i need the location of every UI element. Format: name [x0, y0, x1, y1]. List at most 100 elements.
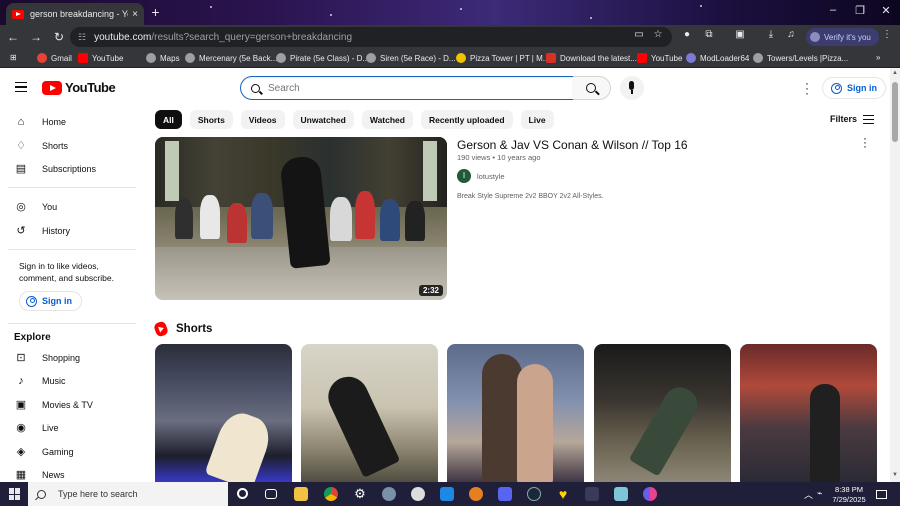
- chip-recently-uploaded[interactable]: Recently uploaded: [420, 110, 513, 129]
- voice-search-icon[interactable]: [620, 76, 644, 100]
- heart-app-icon[interactable]: ♥: [556, 487, 570, 501]
- close-window-button[interactable]: ✕: [876, 4, 896, 17]
- app-icon[interactable]: [411, 487, 425, 501]
- scrollbar-thumb[interactable]: [892, 82, 898, 142]
- bookmark-towers-levels[interactable]: Towers/Levels |Pizza...: [753, 53, 848, 63]
- app-icon[interactable]: [585, 487, 599, 501]
- settings-kebab-icon[interactable]: · · ·: [805, 77, 809, 99]
- chip-videos[interactable]: Videos: [240, 110, 285, 129]
- sidebar-item-music[interactable]: ♪ Music: [0, 370, 140, 392]
- forward-arrow-icon[interactable]: →: [26, 27, 46, 47]
- sidebar-item-movies-tv[interactable]: ▣ Movies & TV: [0, 394, 140, 416]
- bookmark-gmail[interactable]: Gmail: [37, 53, 72, 63]
- taskbar-search-box[interactable]: Type here to search: [28, 482, 228, 506]
- bookmark-pirate[interactable]: Pirate (5e Class) - D...: [276, 53, 369, 63]
- sidebar-item-you[interactable]: ◎ You: [0, 196, 140, 218]
- search-input[interactable]: [268, 82, 548, 94]
- bookmark-modloader64[interactable]: ModLoader64: [686, 53, 749, 63]
- menu-icon[interactable]: [15, 82, 27, 92]
- sidebar-item-live[interactable]: ◉ Live: [0, 417, 140, 439]
- reload-icon[interactable]: ↻: [49, 27, 69, 47]
- maximize-window-button[interactable]: ❐: [850, 4, 870, 17]
- chip-all[interactable]: All: [155, 110, 182, 129]
- extensions-puzzle-icon[interactable]: ⧉: [702, 29, 716, 40]
- side-panel-icon[interactable]: ▣: [733, 29, 747, 40]
- mail-icon[interactable]: [440, 487, 454, 501]
- app-icon[interactable]: [469, 487, 483, 501]
- video-title-link[interactable]: Gerson & Jav VS Conan & Wilson // Top 16: [457, 138, 688, 152]
- channel-name[interactable]: lotustyle: [477, 172, 505, 181]
- short-thumbnail[interactable]: [594, 344, 731, 484]
- show-hidden-icons-chevron-icon[interactable]: ︿: [804, 488, 813, 501]
- sidebar-item-gaming[interactable]: ◈ Gaming: [0, 441, 140, 463]
- video-thumbnail[interactable]: 2:32: [155, 137, 447, 300]
- app-icon[interactable]: [614, 487, 628, 501]
- extension-cookie-icon[interactable]: ●: [680, 29, 694, 40]
- cortana-icon[interactable]: [237, 488, 248, 499]
- settings-gear-icon[interactable]: ⚙: [353, 487, 367, 501]
- filters-label: Filters: [830, 114, 858, 124]
- sidebar-item-home[interactable]: ⌂ Home: [0, 111, 140, 133]
- scroll-up-arrow-icon[interactable]: ▲: [891, 70, 899, 76]
- browser-tab-active[interactable]: gerson breakdancing - YouTube ×: [6, 3, 144, 25]
- chip-live[interactable]: Live: [520, 110, 554, 129]
- steam-icon[interactable]: [527, 487, 541, 501]
- bookmark-mercenary[interactable]: Mercenary (5e Back...: [185, 53, 277, 63]
- app-icon[interactable]: [382, 487, 396, 501]
- taskbar-clock[interactable]: 8:38 PM 7/29/2025: [829, 485, 869, 505]
- sidebar-item-history[interactable]: ↺ History: [0, 220, 140, 242]
- search-box[interactable]: [240, 76, 574, 100]
- search-button[interactable]: [573, 76, 611, 100]
- filters-button[interactable]: Filters: [830, 114, 875, 124]
- chip-unwatched[interactable]: Unwatched: [292, 110, 354, 129]
- background-star: [330, 14, 332, 16]
- back-arrow-icon[interactable]: ←: [3, 27, 23, 47]
- install-app-icon[interactable]: ▭: [632, 29, 646, 40]
- bookmark-star-icon[interactable]: ☆: [651, 29, 665, 40]
- chrome-icon[interactable]: [324, 487, 338, 501]
- bookmark-pizza-tower[interactable]: Pizza Tower | PT | M...: [456, 53, 549, 63]
- file-explorer-icon[interactable]: [294, 487, 308, 501]
- bookmark-label: ModLoader64: [700, 53, 750, 63]
- chrome-menu-icon[interactable]: ⋮: [880, 29, 894, 40]
- bookmark-label: YouTube: [651, 53, 683, 63]
- sidebar-item-shorts[interactable]: ♢ Shorts: [0, 135, 140, 157]
- chip-shorts[interactable]: Shorts: [189, 110, 233, 129]
- network-icon[interactable]: ⌁: [817, 488, 822, 499]
- notifications-icon[interactable]: [876, 490, 887, 499]
- short-thumbnail[interactable]: [740, 344, 877, 484]
- discord-icon[interactable]: [498, 487, 512, 501]
- address-bar[interactable]: ☷ youtube.com /results?search_query=gers…: [70, 27, 672, 47]
- short-thumbnail[interactable]: [155, 344, 292, 484]
- downloads-icon[interactable]: ⤓: [764, 29, 778, 40]
- channel-link[interactable]: l lotustyle: [457, 169, 505, 183]
- media-controls-icon[interactable]: ♫: [784, 29, 798, 40]
- short-thumbnail[interactable]: [301, 344, 438, 484]
- sidebar-sign-in-button[interactable]: Sign in: [19, 291, 82, 311]
- minimize-window-button[interactable]: –: [823, 4, 843, 16]
- task-view-icon[interactable]: [265, 489, 277, 499]
- bookmark-maps[interactable]: Maps: [146, 53, 180, 63]
- app-icon[interactable]: [643, 487, 657, 501]
- close-tab-icon[interactable]: ×: [132, 9, 138, 20]
- bookmark-youtube-2[interactable]: YouTube: [637, 53, 682, 63]
- windows-start-icon[interactable]: [9, 488, 21, 500]
- channel-avatar[interactable]: l: [457, 169, 471, 183]
- sidebar-item-shopping[interactable]: ⊡ Shopping: [0, 347, 140, 369]
- sidebar-item-subscriptions[interactable]: ▤ Subscriptions: [0, 158, 140, 180]
- new-tab-button[interactable]: +: [148, 5, 163, 20]
- scroll-down-arrow-icon[interactable]: ▼: [891, 472, 899, 478]
- bookmark-siren[interactable]: Siren (5e Race) - D...: [366, 53, 456, 63]
- more-bookmarks-icon[interactable]: »: [876, 53, 880, 62]
- bookmark-download[interactable]: Download the latest...: [546, 53, 637, 63]
- page-scrollbar[interactable]: ▲ ▼: [890, 68, 900, 482]
- chip-watched[interactable]: Watched: [361, 110, 413, 129]
- short-thumbnail[interactable]: [447, 344, 584, 484]
- sign-in-button[interactable]: Sign in: [822, 77, 886, 99]
- video-action-menu-icon[interactable]: · · ·: [862, 132, 868, 152]
- bookmark-youtube[interactable]: YouTube: [78, 53, 123, 63]
- youtube-logo[interactable]: YouTube: [42, 80, 116, 95]
- verify-profile-button[interactable]: Verify it's you: [806, 28, 879, 46]
- site-info-icon[interactable]: ☷: [78, 32, 86, 43]
- apps-grid-icon[interactable]: ⊞: [10, 53, 17, 62]
